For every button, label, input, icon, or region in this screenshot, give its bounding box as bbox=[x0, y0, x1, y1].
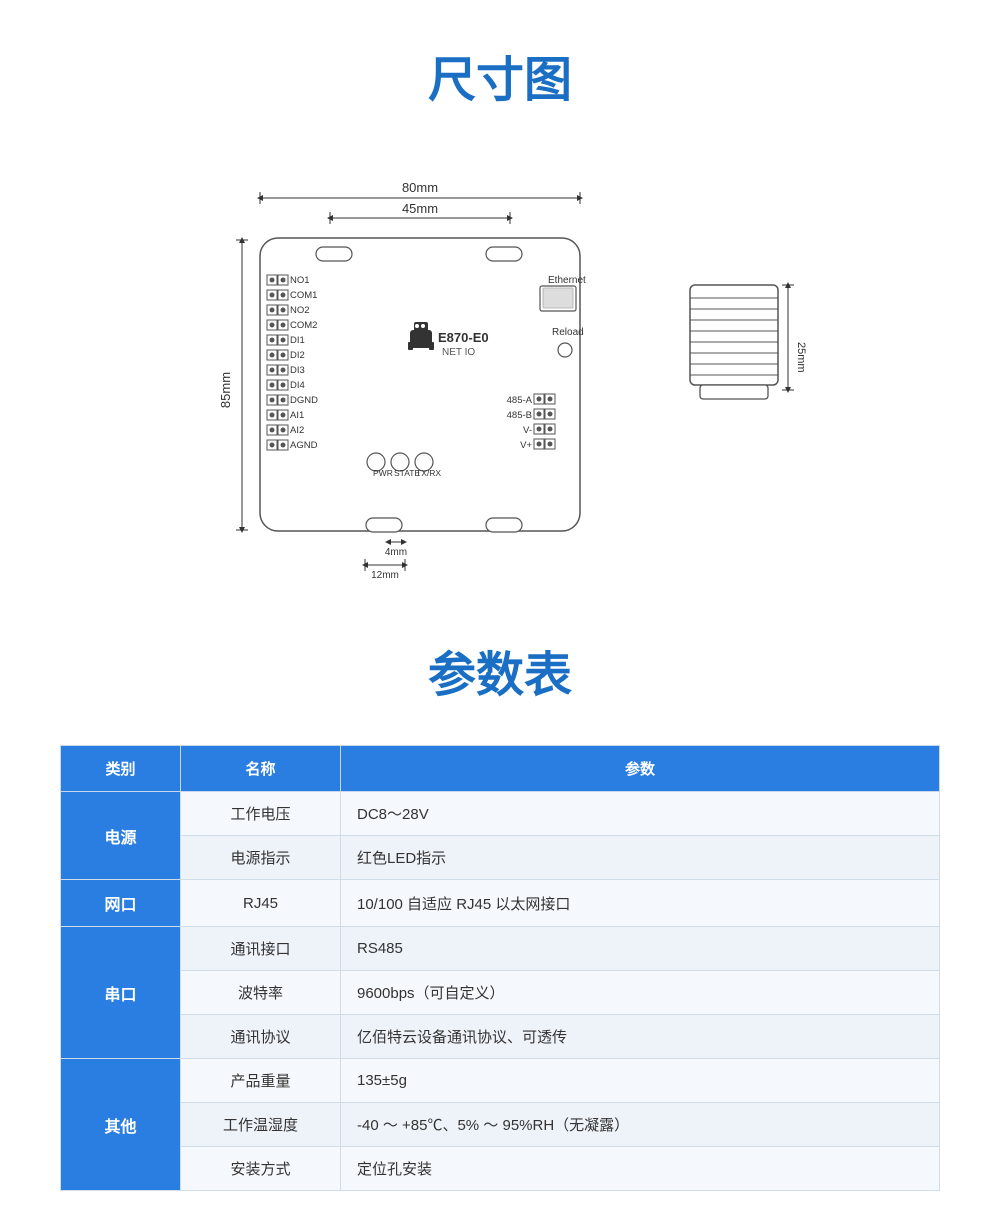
category-power: 电源 bbox=[61, 792, 181, 880]
param-value: 10/100 自适应 RJ45 以太网接口 bbox=[341, 880, 940, 927]
param-value: -40 ～ +85℃、5% ～ 95%RH（无凝露） bbox=[341, 1103, 940, 1147]
param-name: 工作电压 bbox=[181, 792, 341, 836]
svg-text:NET IO: NET IO bbox=[442, 347, 475, 358]
param-name: 产品重量 bbox=[181, 1059, 341, 1103]
svg-text:45mm: 45mm bbox=[402, 201, 438, 216]
svg-text:485-A: 485-A bbox=[507, 395, 533, 406]
table-row: 串口 通讯接口 RS485 bbox=[61, 927, 940, 971]
svg-text:NO1: NO1 bbox=[290, 275, 310, 286]
svg-text:85mm: 85mm bbox=[218, 372, 233, 408]
svg-text:PWR: PWR bbox=[373, 468, 393, 478]
category-netport: 网口 bbox=[61, 880, 181, 927]
params-section: 参数表 类别 名称 参数 电源 工作电压 DC8～28V 电源指示 红色LED bbox=[60, 635, 940, 1191]
svg-text:DI2: DI2 bbox=[290, 350, 305, 361]
svg-text:DI4: DI4 bbox=[290, 380, 305, 391]
table-row: 工作温湿度 -40 ～ +85℃、5% ～ 95%RH（无凝露） bbox=[61, 1103, 940, 1147]
table-row: 安装方式 定位孔安装 bbox=[61, 1147, 940, 1191]
page-container: 尺寸图 bbox=[0, 0, 1000, 1231]
table-row: 通讯协议 亿佰特云设备通讯协议、可透传 bbox=[61, 1015, 940, 1059]
param-name: 通讯协议 bbox=[181, 1015, 341, 1059]
svg-text:Reload: Reload bbox=[552, 327, 584, 338]
param-name: 通讯接口 bbox=[181, 927, 341, 971]
header-param: 参数 bbox=[341, 746, 940, 792]
header-category: 类别 bbox=[61, 746, 181, 792]
svg-text:80mm: 80mm bbox=[402, 180, 438, 195]
svg-text:TX/RX: TX/RX bbox=[416, 468, 441, 478]
svg-text:AGND: AGND bbox=[290, 440, 318, 451]
param-name: 安装方式 bbox=[181, 1147, 341, 1191]
category-other: 其他 bbox=[61, 1059, 181, 1191]
param-name: 工作温湿度 bbox=[181, 1103, 341, 1147]
svg-text:DI1: DI1 bbox=[290, 335, 305, 346]
param-value: 9600bps（可自定义） bbox=[341, 971, 940, 1015]
param-name: RJ45 bbox=[181, 880, 341, 927]
param-value: DC8～28V bbox=[341, 792, 940, 836]
svg-text:DGND: DGND bbox=[290, 395, 318, 406]
param-name: 波特率 bbox=[181, 971, 341, 1015]
params-title: 参数表 bbox=[60, 635, 940, 705]
header-name: 名称 bbox=[181, 746, 341, 792]
param-value: RS485 bbox=[341, 927, 940, 971]
table-row: 电源指示 红色LED指示 bbox=[61, 836, 940, 880]
svg-text:DI3: DI3 bbox=[290, 365, 305, 376]
svg-text:E870-E0: E870-E0 bbox=[438, 330, 489, 345]
svg-text:4mm: 4mm bbox=[385, 547, 407, 558]
param-value: 135±5g bbox=[341, 1059, 940, 1103]
category-serial: 串口 bbox=[61, 927, 181, 1059]
table-row: 波特率 9600bps（可自定义） bbox=[61, 971, 940, 1015]
svg-text:COM2: COM2 bbox=[290, 320, 317, 331]
svg-text:Ethernet: Ethernet bbox=[548, 275, 586, 286]
param-value: 红色LED指示 bbox=[341, 836, 940, 880]
svg-text:V+: V+ bbox=[520, 440, 532, 451]
svg-text:485-B: 485-B bbox=[507, 410, 532, 421]
side-diagram: 25mm bbox=[670, 225, 810, 510]
svg-text:NO2: NO2 bbox=[290, 305, 310, 316]
dimension-section: 尺寸图 bbox=[60, 40, 940, 585]
svg-text:COM1: COM1 bbox=[290, 290, 317, 301]
table-row: 电源 工作电压 DC8～28V bbox=[61, 792, 940, 836]
svg-text:25mm: 25mm bbox=[795, 342, 807, 373]
dimension-title: 尺寸图 bbox=[60, 40, 940, 110]
svg-text:12mm: 12mm bbox=[371, 570, 399, 580]
svg-text:AI1: AI1 bbox=[290, 410, 304, 421]
params-table: 类别 名称 参数 电源 工作电压 DC8～28V 电源指示 红色LED指示 bbox=[60, 745, 940, 1191]
diagram-area: 80mm 45mm 85mm bbox=[60, 150, 940, 585]
svg-text:V-: V- bbox=[523, 425, 532, 436]
param-name: 电源指示 bbox=[181, 836, 341, 880]
table-row: 其他 产品重量 135±5g bbox=[61, 1059, 940, 1103]
param-value: 定位孔安装 bbox=[341, 1147, 940, 1191]
param-value: 亿佰特云设备通讯协议、可透传 bbox=[341, 1015, 940, 1059]
front-diagram: 80mm 45mm 85mm bbox=[190, 150, 610, 585]
svg-text:AI2: AI2 bbox=[290, 425, 304, 436]
table-row: 网口 RJ45 10/100 自适应 RJ45 以太网接口 bbox=[61, 880, 940, 927]
